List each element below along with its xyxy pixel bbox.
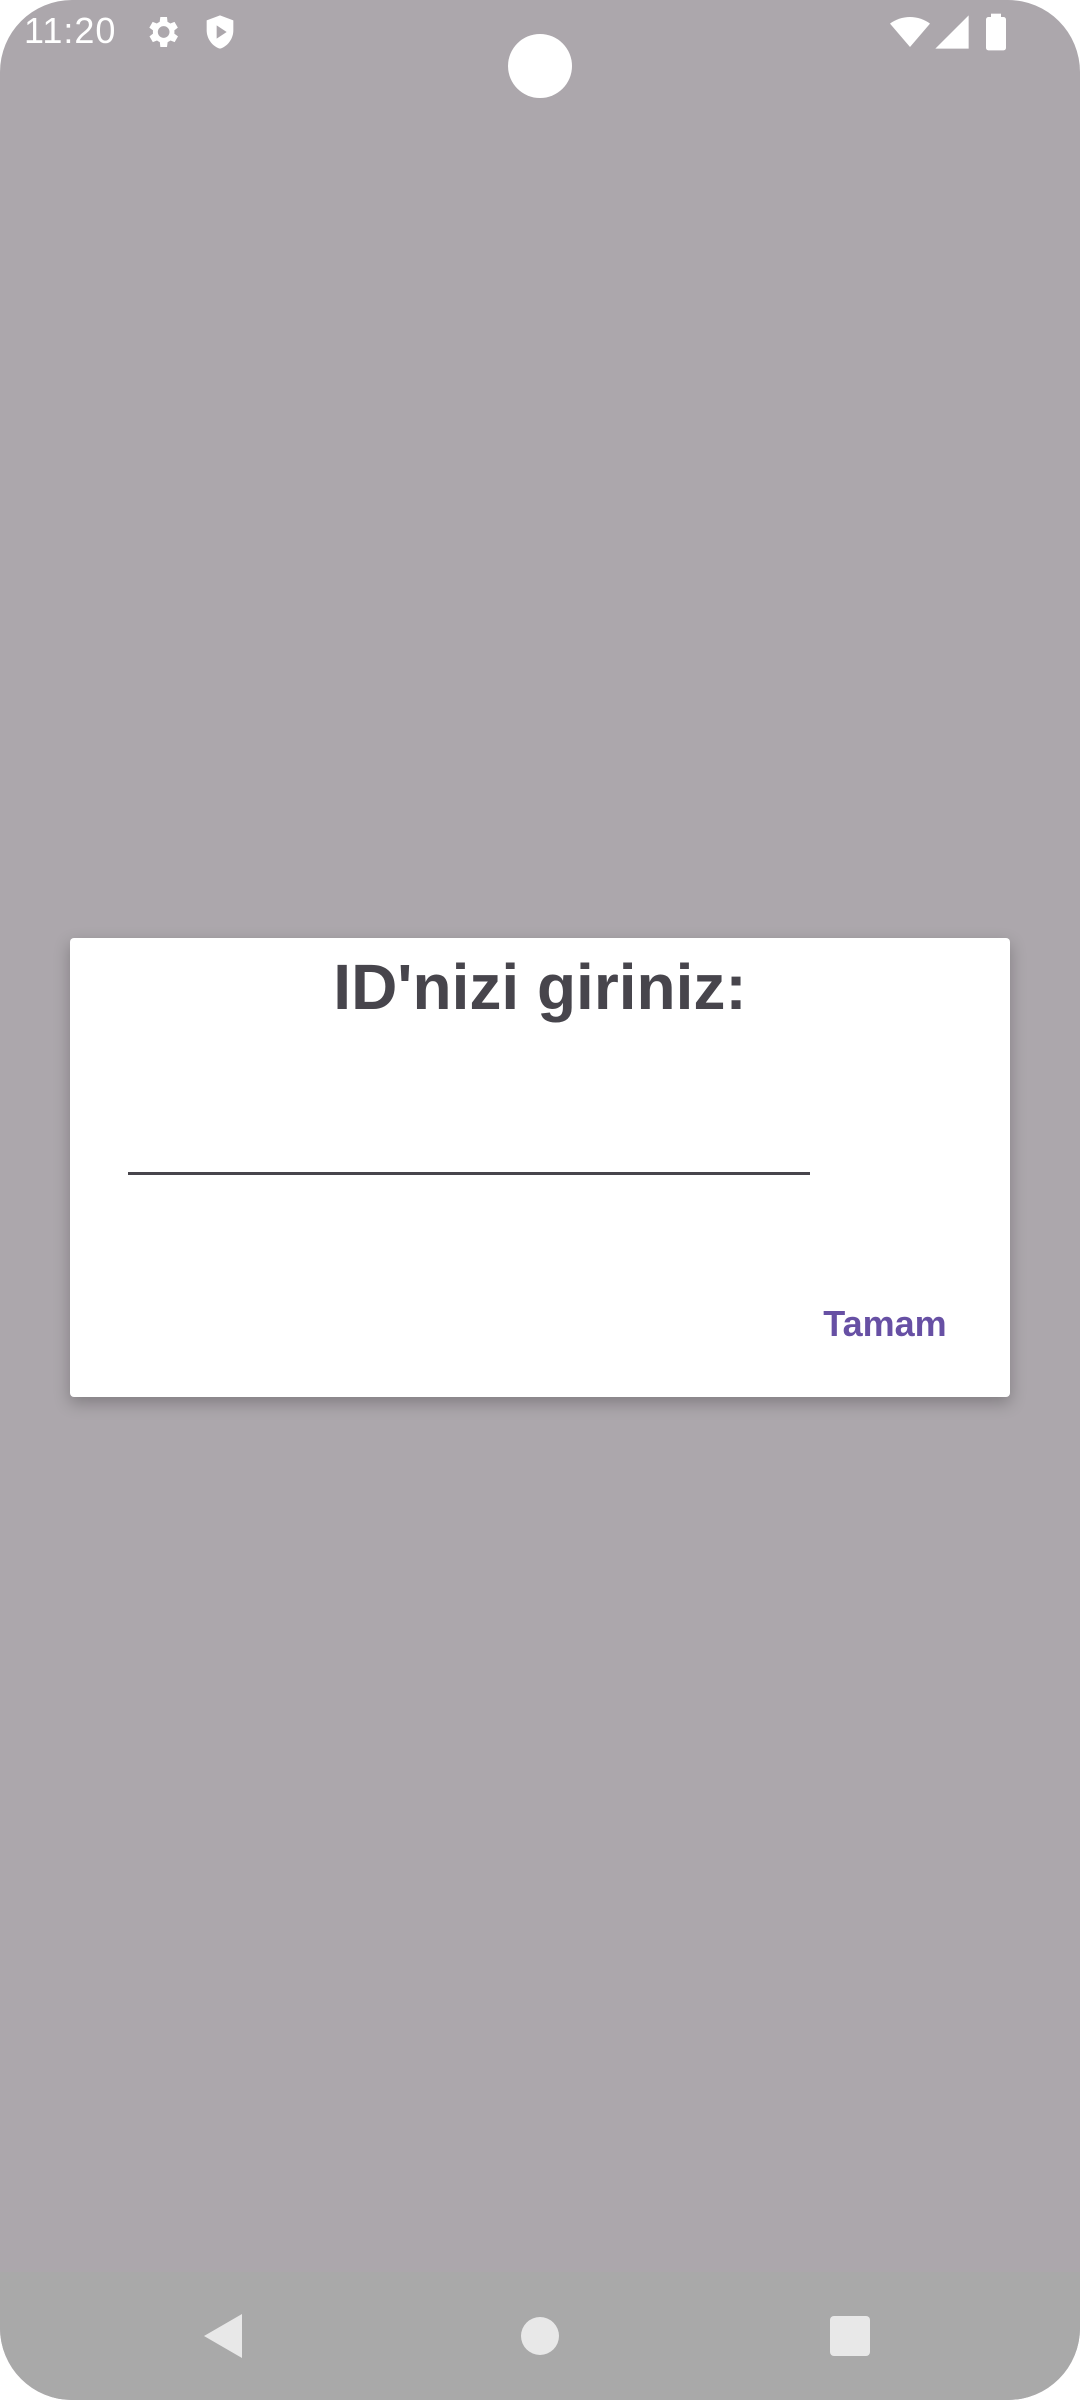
camera-cutout (508, 34, 572, 98)
status-time: 11:20 (24, 10, 117, 51)
recents-icon[interactable] (830, 2316, 870, 2356)
navigation-bar (0, 2272, 1080, 2400)
shield-play-icon (200, 12, 240, 52)
battery-icon (976, 12, 1016, 52)
home-icon[interactable] (521, 2317, 559, 2355)
screen: 11:20 ID'nizi giriniz: Tamam (0, 0, 1080, 2400)
gear-icon (142, 12, 182, 52)
wifi-icon (890, 12, 930, 52)
ok-button[interactable]: Tamam (790, 1286, 980, 1362)
cellular-signal-icon (932, 12, 972, 52)
dialog-title: ID'nizi giriniz: (333, 951, 747, 1023)
id-input[interactable] (128, 1080, 810, 1175)
back-icon[interactable] (204, 2314, 242, 2358)
